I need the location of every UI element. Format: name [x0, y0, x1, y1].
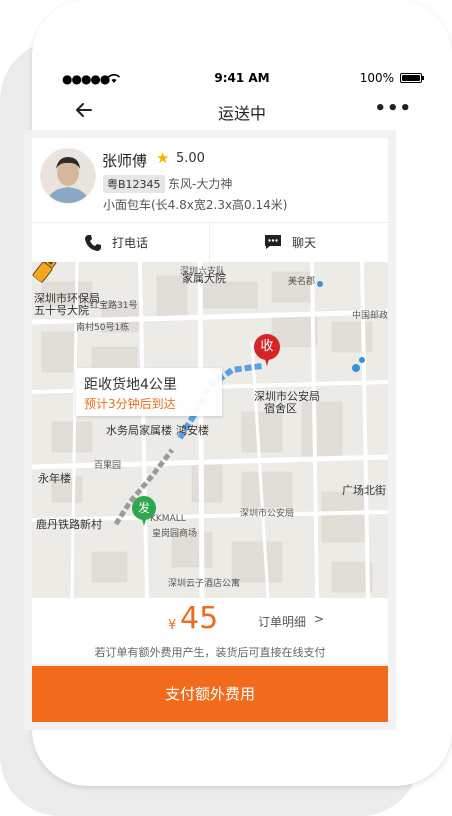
- map-label-water-bureau: 水务局家属楼: [106, 424, 172, 437]
- map-label-meiming: 美名郡: [288, 277, 316, 287]
- map-label-square-north: 广场北街: [342, 484, 386, 497]
- driver-rating: 5.00: [176, 151, 205, 166]
- fee-currency: ¥: [168, 618, 177, 633]
- map-label-railway-village: 鹿丹铁路新村: [36, 518, 102, 531]
- map-label-family-compound: 家属大院: [182, 272, 226, 285]
- map-label-yongnian: 永年楼: [38, 472, 71, 485]
- route-info-bubble: 距收货地4公里 预计3分钟后到达: [76, 368, 222, 416]
- fee-section: ¥ 45 订单明细 > 若订单有额外费用产生，装货后可直接在线支付: [32, 598, 388, 664]
- map-label-compound-50: 五十号大院: [34, 304, 89, 317]
- fee-amount: 45: [180, 601, 219, 636]
- map-label-huanggang: 皇岗园商场: [152, 529, 198, 539]
- chat-label: 聊天: [292, 236, 317, 250]
- phone-icon: [85, 235, 101, 251]
- driver-card: 张师傅 ★ 5.00 粤B12345 东风-大力神 小面包车(长4.8x宽2.3…: [32, 138, 388, 222]
- map-label-police-2: 深圳市公安局: [240, 509, 295, 519]
- distance-to-destination: 距收货地4公里: [84, 377, 177, 393]
- battery-percentage: 100%: [359, 71, 394, 85]
- map-label-post: 中国邮政: [352, 311, 388, 321]
- pay-extra-fee-button[interactable]: 支付额外费用: [32, 666, 388, 722]
- more-options-icon[interactable]: •••: [374, 98, 412, 119]
- call-button[interactable]: 打电话: [32, 223, 210, 263]
- battery-icon: [400, 73, 424, 83]
- map-label-hongbao-road: 红宝路31号: [90, 301, 138, 311]
- order-detail-link[interactable]: 订单明细: [258, 613, 306, 630]
- map-label-yunzi: 深圳云子酒店公寓: [168, 579, 241, 589]
- map-label-nancun: 南村50号1栋: [76, 323, 130, 333]
- driver-avatar: [40, 148, 96, 204]
- driver-name: 张师傅: [102, 152, 148, 170]
- star-icon: ★: [156, 149, 170, 167]
- map-label-dormitory: 宿舍区: [264, 402, 297, 415]
- status-bar: ●●●●● 9:41 AM 100%: [62, 70, 424, 90]
- contact-row: 打电话 聊天: [32, 222, 388, 263]
- extra-fee-note: 若订单有额外费用产生，装货后可直接在线支付: [94, 646, 326, 659]
- page-title: 运送中: [217, 104, 266, 123]
- receive-location-pin[interactable]: 收: [254, 334, 280, 368]
- map-label-hongan: 鸿安楼: [176, 424, 209, 437]
- map-view[interactable]: 深圳六支队 家属大院 美名郡 深圳市环保局 五十号大院 红宝路31号 南村50号…: [32, 262, 388, 598]
- chat-icon: [265, 235, 281, 249]
- chat-button[interactable]: 聊天: [210, 223, 388, 263]
- map-label-baiguoyuan: 百果园: [94, 461, 122, 471]
- vehicle-model: 东风-大力神: [168, 177, 233, 191]
- license-plate: 粤B12345: [103, 175, 165, 193]
- chevron-right-icon[interactable]: >: [314, 612, 324, 626]
- vehicle-spec: 小面包车(长4.8x宽2.3x高0.14米): [103, 198, 288, 212]
- call-label: 打电话: [112, 236, 149, 250]
- estimated-arrival: 预计3分钟后到达: [84, 397, 176, 411]
- navigation-bar: 运送中 •••: [62, 98, 422, 126]
- send-location-pin[interactable]: 发: [132, 496, 156, 528]
